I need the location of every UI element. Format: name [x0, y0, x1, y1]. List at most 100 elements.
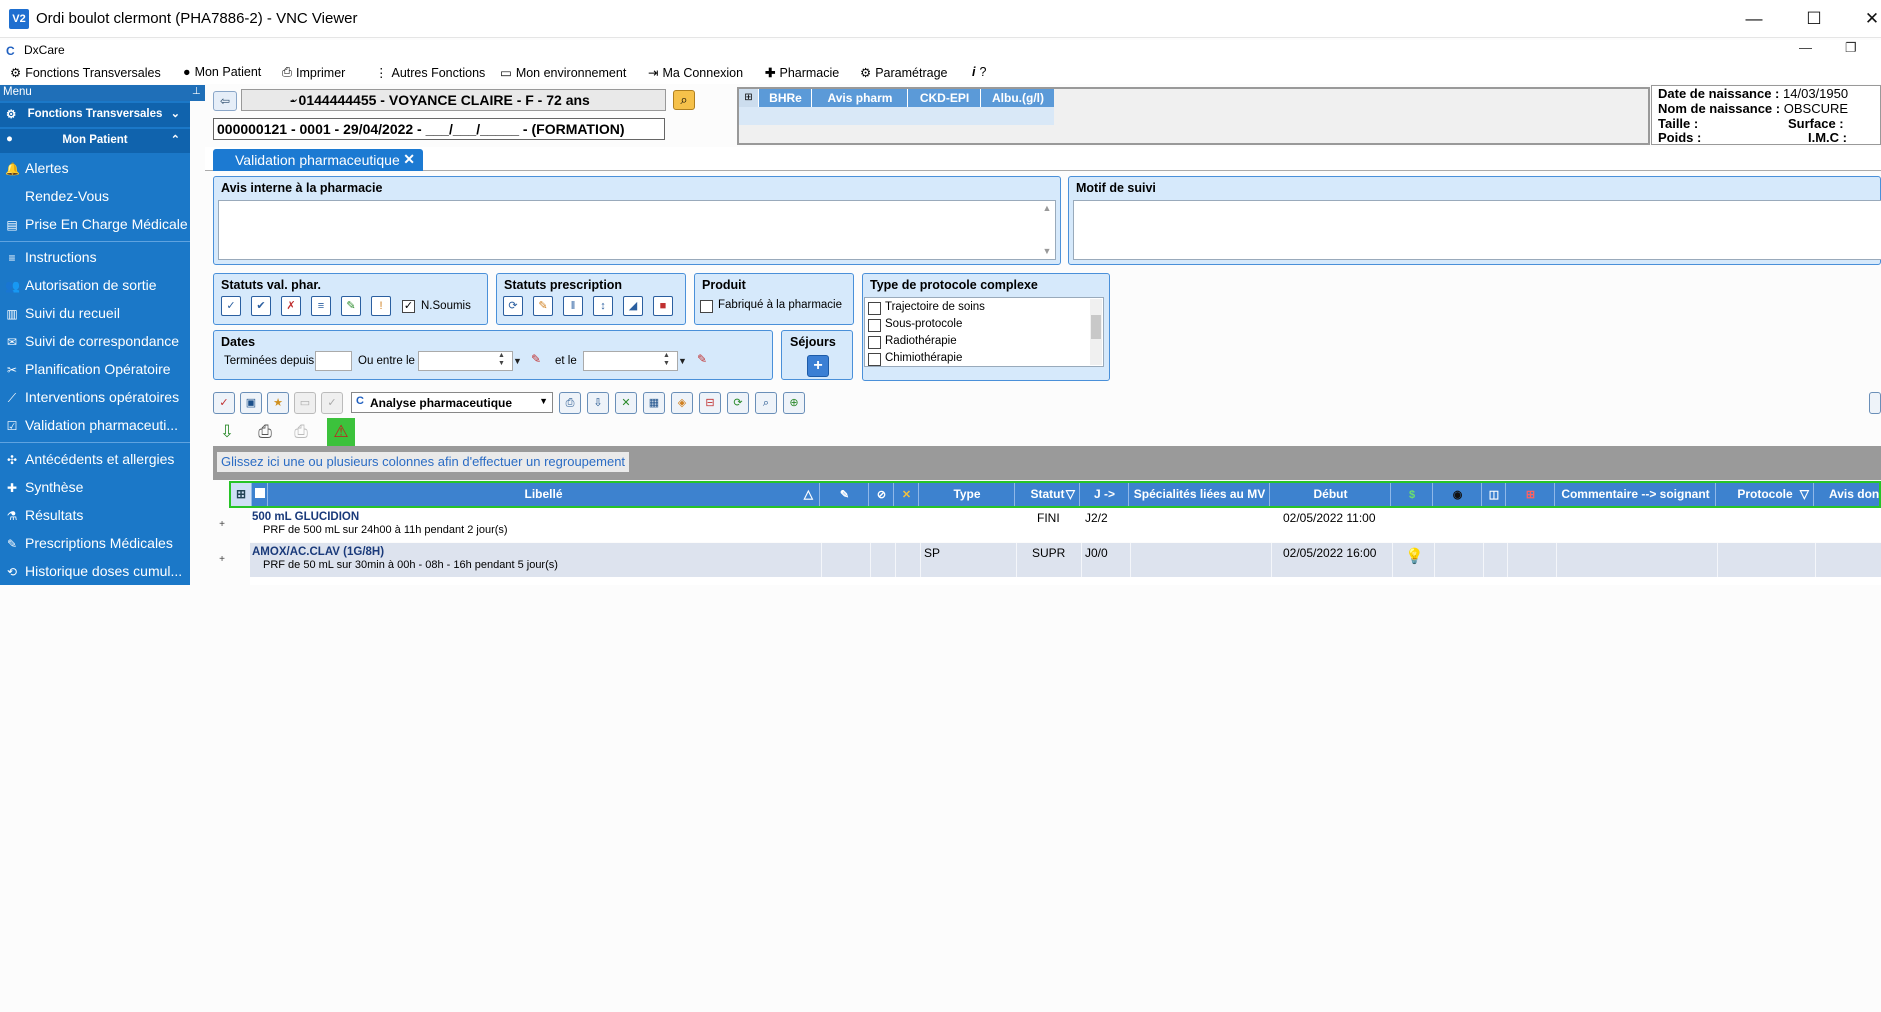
lab-col-albu[interactable]: Albu.(g/l) — [982, 89, 1054, 107]
expand-icon[interactable]: + — [217, 520, 227, 530]
presc-new-icon[interactable]: ⟳ — [503, 296, 523, 316]
filter-icon[interactable]: ⊟ — [699, 392, 721, 414]
lab-col-ckd-epi[interactable]: CKD-EPI — [909, 89, 981, 107]
back-button[interactable]: ⇦ — [213, 91, 237, 111]
calendar-dropdown-icon[interactable]: ▼ — [513, 356, 522, 366]
col-j[interactable]: J -> — [1081, 483, 1129, 506]
col-protocole[interactable]: Protocole ▽ — [1717, 483, 1814, 506]
pin-icon[interactable]: ⊥ — [192, 86, 201, 97]
menu-mon-patient[interactable]: ● Mon Patient — [183, 65, 261, 79]
presc-chart-icon[interactable]: ◢ — [623, 296, 643, 316]
status-warning-icon[interactable]: ! — [371, 296, 391, 316]
avis-interne-textarea[interactable]: ▲ ▼ — [218, 200, 1056, 260]
sidebar-item-interventions[interactable]: ⟋ Interventions opératoires — [0, 386, 190, 410]
col-chart-icon[interactable]: ◫ — [1483, 483, 1506, 506]
sidebar-item-instructions[interactable]: ≡ Instructions — [0, 246, 190, 270]
image-icon[interactable]: ▣ — [240, 392, 262, 414]
col-commentaire[interactable]: Commentaire --> soignant — [1556, 483, 1716, 506]
columns-icon[interactable]: ▦ — [643, 392, 665, 414]
maximize-icon[interactable]: ☐ — [1802, 8, 1826, 30]
disabled-check-icon[interactable]: ✓ — [321, 392, 343, 414]
lab-col-avis-pharm[interactable]: Avis pharm — [813, 89, 908, 107]
col-pill-icon[interactable]: ⊞ — [1507, 483, 1555, 506]
protocole-checkbox[interactable] — [868, 353, 881, 366]
lightbulb-icon[interactable]: 💡 — [1405, 547, 1424, 569]
sidebar-item-resultats[interactable]: ⚗ Résultats — [0, 504, 190, 528]
select-all-checkbox[interactable] — [252, 483, 268, 506]
menu-pharmacie[interactable]: ✚ Pharmacie — [765, 65, 839, 81]
clear-date-icon[interactable]: ✎ — [697, 352, 707, 366]
app-minimize-icon[interactable]: — — [1799, 40, 1812, 55]
minimize-icon[interactable]: — — [1742, 8, 1766, 30]
sidebar-item-prescriptions[interactable]: ✎ Prescriptions Médicales — [0, 532, 190, 556]
protocole-checkbox[interactable] — [868, 302, 881, 315]
sidebar-item-planification[interactable]: ✂ Planification Opératoire — [0, 358, 190, 382]
tab-validation-pharmaceutique[interactable]: Validation pharmaceutique ✕ — [213, 149, 423, 171]
group-icon[interactable]: ◈ — [671, 392, 693, 414]
presc-transfer-icon[interactable]: ↕ — [593, 296, 613, 316]
print-icon[interactable]: ⎙ — [559, 392, 581, 414]
scroll-down-icon[interactable]: ▼ — [1041, 246, 1053, 256]
sidebar-item-antecedents[interactable]: ✣ Antécédents et allergies — [0, 448, 190, 472]
spinner-icon[interactable]: ▲ ▼ — [663, 352, 670, 368]
fabrique-checkbox[interactable] — [700, 300, 713, 313]
sejour-field[interactable]: 000000121 - 0001 - 29/04/2022 - ___/___/… — [213, 118, 665, 140]
sidebar-item-rendez-vous[interactable]: Rendez-Vous — [0, 185, 190, 209]
col-libelle[interactable]: Libellé △ — [268, 483, 820, 506]
printer-disabled-icon[interactable]: ⎙ — [287, 418, 315, 446]
protocole-scrollbar[interactable] — [1090, 299, 1102, 365]
col-statut[interactable]: Statut ▽ — [1016, 483, 1080, 506]
col-no-icon[interactable]: ⊘ — [870, 483, 894, 506]
sidebar-item-synthese[interactable]: ✚ Synthèse — [0, 476, 190, 500]
analysis-select[interactable]: C Analyse pharmaceutique ▼ — [351, 392, 553, 413]
search-list-icon[interactable]: ⌕ — [755, 392, 777, 414]
menu-autres-fonctions[interactable]: ⋮ Autres Fonctions — [375, 65, 485, 81]
sidebar-item-prise-en-charge[interactable]: ▤ Prise En Charge Médicale — [0, 213, 190, 237]
export-icon[interactable]: ⇩ — [587, 392, 609, 414]
protocole-checkbox[interactable] — [868, 319, 881, 332]
nsoumis-checkbox[interactable]: ✓ — [402, 300, 415, 313]
add-sejour-button[interactable]: + — [807, 355, 829, 377]
status-pending-icon[interactable]: ≡ — [311, 296, 331, 316]
lab-col-bhre[interactable]: BHRe — [760, 89, 812, 107]
presc-modified-icon[interactable]: ✎ — [533, 296, 553, 316]
table-settings-icon[interactable]: ⊞ — [739, 89, 759, 107]
sidebar-item-historique[interactable]: ⟲ Historique doses cumul... — [0, 560, 190, 584]
refresh-icon[interactable]: ⟳ — [727, 392, 749, 414]
sidebar-item-autorisation[interactable]: 👥 Autorisation de sortie — [0, 274, 190, 298]
sidebar-section-mon-patient[interactable]: ● Mon Patient ⌃ — [0, 129, 190, 153]
expand-icon[interactable]: + — [217, 555, 227, 565]
col-specialites[interactable]: Spécialités liées au MV — [1130, 483, 1270, 506]
clear-date-icon[interactable]: ✎ — [531, 352, 541, 366]
sidebar-item-validation[interactable]: ☑ Validation pharmaceuti... — [0, 414, 190, 438]
menu-ma-connexion[interactable]: ⇥ Ma Connexion — [648, 65, 743, 81]
close-icon[interactable]: ✕ — [403, 151, 415, 168]
menu-help[interactable]: i? — [972, 65, 986, 79]
close-icon[interactable]: ✕ — [1860, 8, 1881, 30]
col-syringe-icon[interactable]: ✎ — [821, 483, 869, 506]
collapse-right-icon[interactable] — [1869, 392, 1881, 414]
status-refused-icon[interactable]: ✗ — [281, 296, 301, 316]
excel-icon[interactable]: ✕ — [615, 392, 637, 414]
star-icon[interactable]: ★ — [267, 392, 289, 414]
grid-settings-icon[interactable]: ⊞ — [231, 483, 252, 506]
calendar-dropdown-icon[interactable]: ▼ — [678, 356, 687, 366]
disabled-action-icon[interactable]: ▭ — [294, 392, 316, 414]
patient-select[interactable]: - 0144444455 - VOYANCE CLAIRE - F - 72 a… — [241, 89, 666, 111]
validate-icon[interactable]: ✓ — [213, 392, 235, 414]
presc-paused-icon[interactable]: ‖ — [563, 296, 583, 316]
col-cross-icon[interactable]: ✕ — [895, 483, 919, 506]
col-avis[interactable]: Avis donn — [1815, 483, 1879, 506]
scroll-thumb[interactable] — [1091, 315, 1101, 339]
menu-imprimer[interactable]: ⎙ Imprimer — [282, 65, 345, 80]
sidebar-item-suivi-correspondance[interactable]: ✉ Suivi de correspondance — [0, 330, 190, 354]
zoom-icon[interactable]: ⊕ — [783, 392, 805, 414]
sidebar-item-suivi-recueil[interactable]: ▥ Suivi du recueil — [0, 302, 190, 326]
menu-fonctions-transversales[interactable]: ⚙ Fonctions Transversales — [10, 65, 161, 81]
menu-mon-environnement[interactable]: ▭ Mon environnement — [500, 65, 626, 81]
protocole-checkbox[interactable] — [868, 336, 881, 349]
alert-warning-icon[interactable]: ⚠ — [327, 418, 355, 446]
col-type[interactable]: Type — [920, 483, 1015, 506]
app-restore-icon[interactable]: ❐ — [1845, 40, 1857, 56]
status-comment-icon[interactable]: ✎ — [341, 296, 361, 316]
